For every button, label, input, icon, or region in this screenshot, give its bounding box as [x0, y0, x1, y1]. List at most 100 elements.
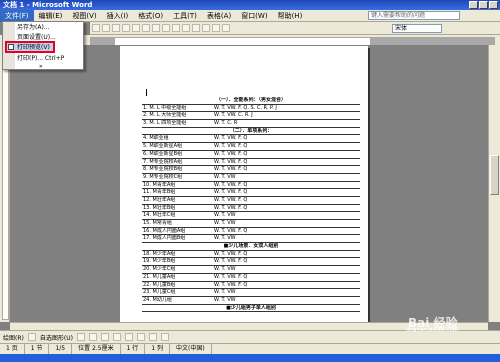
row-dances: W. T. VW: [214, 212, 236, 219]
menu-window[interactable]: 窗口(W): [236, 10, 272, 22]
menu-item-print[interactable]: 打印(P)... Ctrl+P: [17, 54, 64, 63]
row-name: 8. M专业院校B组: [143, 166, 183, 173]
row-dances: W. T. VW. F. Q: [214, 189, 248, 196]
minimize-button[interactable]: [469, 1, 478, 9]
row-dances: W. T. VW: [214, 266, 236, 273]
line-icon[interactable]: [76, 333, 85, 341]
maximize-button[interactable]: [479, 1, 488, 9]
menu-file[interactable]: 文件(F): [0, 9, 34, 22]
textbox-icon[interactable]: [124, 333, 133, 341]
menu-format[interactable]: 格式(O): [133, 10, 168, 22]
row-name: 17. M成人円面B组: [143, 235, 186, 242]
menu-item-print-preview[interactable]: 打印预览(V): [17, 43, 50, 52]
window-title: 文档 1 - Microsoft Word: [3, 1, 93, 9]
table-row: 12. M壮年A组 W. T. VW. F. Q: [142, 197, 360, 205]
row-dances: W. T. VW. F. Q: [214, 181, 248, 188]
close-button[interactable]: [489, 1, 498, 9]
row-dances: W. T. VW. F. Q: [214, 196, 248, 203]
menu-tools[interactable]: 工具(T): [168, 10, 202, 22]
status-page: 1 页: [0, 344, 25, 354]
menu-edit[interactable]: 编辑(E): [34, 10, 68, 22]
row-name: 18. M少年A组: [143, 250, 176, 257]
row-name: （一）．全能系列：（男女混合）: [215, 97, 286, 103]
zoom-icon[interactable]: [222, 24, 230, 32]
vertical-ruler[interactable]: [2, 50, 9, 320]
status-line: 1 行: [121, 344, 146, 354]
preview-icon[interactable]: [132, 24, 140, 32]
rectangle-icon[interactable]: [100, 333, 109, 341]
arrow-icon[interactable]: [88, 333, 97, 341]
row-dances: W. T. VW. F. Q: [214, 281, 248, 288]
help-search-input[interactable]: 键入需要帮助的问题: [368, 11, 460, 20]
row-name: 10. M青年A组: [143, 181, 176, 188]
row-name: ■少儿场景．女双人组别: [223, 243, 279, 250]
row-name: 22. M儿童B组: [143, 281, 176, 288]
section-heading-row: ■少儿组男子单人组别: [142, 305, 360, 313]
row-name: 23. M儿童C组: [143, 289, 176, 296]
open-icon[interactable]: [102, 24, 110, 32]
autoshapes-menu[interactable]: 自选图形(U): [40, 333, 73, 342]
save-icon[interactable]: [112, 24, 120, 32]
font-select[interactable]: 宋体: [392, 24, 442, 33]
font-color-icon[interactable]: [160, 333, 169, 341]
row-dances: W. T. VW. F. Q: [214, 250, 248, 257]
table-row: 22. M儿童B组 W. T. VW. F. Q: [142, 282, 360, 290]
status-position: 位置 2.5厘米: [72, 344, 121, 354]
section-heading-row: （二）．单项系列：: [142, 128, 360, 136]
scroll-thumb[interactable]: [490, 155, 499, 195]
table-row: 8. M专业院校B组 W. T. VW. F. Q: [142, 166, 360, 174]
menu-help[interactable]: 帮助(H): [273, 10, 308, 22]
menu-insert[interactable]: 插入(I): [102, 10, 134, 22]
row-name: 9. M专业院校C组: [143, 173, 183, 180]
row-name: 3. M. L 四项全能组: [143, 120, 187, 127]
oval-icon[interactable]: [112, 333, 121, 341]
columns-icon[interactable]: [212, 24, 220, 32]
menu-item-save-as[interactable]: 另存为(A)...: [17, 23, 50, 32]
status-pages: 1/5: [49, 344, 73, 354]
document-table: （一）．全能系列：（男女混合） 1. M. L 中级全能组 W. T. VW. F.…: [142, 97, 360, 313]
print-icon[interactable]: [122, 24, 130, 32]
row-name: 1. M. L 中级全能组: [143, 104, 187, 111]
row-dances: W. T. VW. F. Q: [214, 204, 248, 211]
table-row: 14. M壮年C组 W. T. VW: [142, 212, 360, 220]
table-row: 24. M幼儿组 W. T. VW: [142, 297, 360, 305]
window-controls: [469, 1, 498, 9]
menu-view[interactable]: 视图(V): [67, 10, 101, 22]
row-name: 12. M壮年A组: [143, 196, 176, 203]
vertical-scrollbar[interactable]: [488, 45, 500, 322]
row-dances: W. T. VW: [214, 173, 236, 180]
row-dances: W. T. VW. F. Q: [214, 227, 248, 234]
row-name: 16. M成人円面A组: [143, 227, 186, 234]
wordart-icon[interactable]: [136, 333, 145, 341]
select-icon[interactable]: [27, 333, 36, 341]
status-bar: 1 页 1 节 1/5 位置 2.5厘米 1 行 1 列 中文(中国): [0, 343, 500, 354]
expand-chevron-icon[interactable]: »: [39, 63, 43, 70]
row-name: 5. M职业新星A组: [143, 143, 183, 150]
redo-icon[interactable]: [192, 24, 200, 32]
table-row: 4. M职业组 W. T. VW. F. Q: [142, 135, 360, 144]
section-heading-row: ■少儿场景．女双人组别: [142, 243, 360, 251]
status-lang: 中文(中国): [170, 344, 212, 354]
row-dances: W. T. VW: [214, 296, 236, 303]
undo-icon[interactable]: [182, 24, 190, 32]
table-icon[interactable]: [202, 24, 210, 32]
cut-icon[interactable]: [152, 24, 160, 32]
row-dances: W. T. C. R: [214, 120, 238, 127]
menu-table[interactable]: 表格(A): [202, 10, 236, 22]
baidu-watermark: Bai 经验 jingyan.baidu.com: [406, 314, 458, 333]
print-preview-icon: [8, 44, 14, 50]
copy-icon[interactable]: [162, 24, 170, 32]
paste-icon[interactable]: [172, 24, 180, 32]
status-section: 1 节: [25, 344, 50, 354]
draw-menu[interactable]: 绘图(R): [3, 333, 24, 342]
ruler-margin-left: [91, 38, 115, 45]
table-row: 16. M成人円面A组 W. T. VW. F. Q: [142, 228, 360, 236]
ruler-margin-right: [370, 38, 494, 45]
row-name: ■少儿组男子单人组别: [226, 304, 276, 311]
row-dances: W. T. VW. F. Q: [214, 143, 248, 150]
spell-icon[interactable]: [142, 24, 150, 32]
fill-color-icon[interactable]: [148, 333, 157, 341]
new-icon[interactable]: [92, 24, 100, 32]
row-dances: W. T. VW. F. Q: [214, 150, 248, 157]
table-row: 7. M专业院校A组 W. T. VW. F. Q: [142, 159, 360, 167]
